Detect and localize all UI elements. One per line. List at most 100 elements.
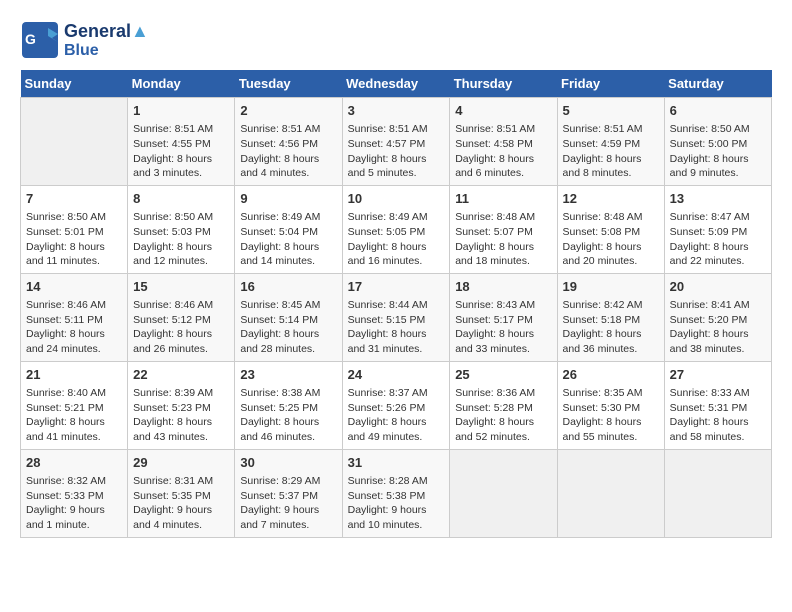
calendar-cell: 2Sunrise: 8:51 AMSunset: 4:56 PMDaylight… xyxy=(235,98,342,186)
cell-data-line: Daylight: 9 hours xyxy=(240,503,336,518)
cell-data-line: Sunrise: 8:45 AM xyxy=(240,298,336,313)
cell-data-line: Sunrise: 8:46 AM xyxy=(26,298,122,313)
cell-data-line: Sunset: 4:57 PM xyxy=(348,137,445,152)
day-number: 24 xyxy=(348,366,445,384)
cell-data-line: Sunset: 5:26 PM xyxy=(348,401,445,416)
cell-data-line: Daylight: 8 hours xyxy=(133,240,229,255)
cell-data-line: Sunset: 5:07 PM xyxy=(455,225,551,240)
cell-data-line: and 1 minute. xyxy=(26,518,122,533)
calendar-cell: 10Sunrise: 8:49 AMSunset: 5:05 PMDayligh… xyxy=(342,185,450,273)
cell-data-line: Daylight: 9 hours xyxy=(348,503,445,518)
cell-data-line: Sunrise: 8:41 AM xyxy=(670,298,766,313)
calendar-cell: 6Sunrise: 8:50 AMSunset: 5:00 PMDaylight… xyxy=(664,98,771,186)
cell-data-line: Daylight: 8 hours xyxy=(240,415,336,430)
cell-data-line: Sunrise: 8:51 AM xyxy=(563,122,659,137)
logo: G General▲ Blue xyxy=(20,20,149,60)
calendar-cell: 22Sunrise: 8:39 AMSunset: 5:23 PMDayligh… xyxy=(128,361,235,449)
cell-data-line: and 46 minutes. xyxy=(240,430,336,445)
day-header-thursday: Thursday xyxy=(450,70,557,98)
day-number: 22 xyxy=(133,366,229,384)
cell-data-line: Sunrise: 8:43 AM xyxy=(455,298,551,313)
day-number: 29 xyxy=(133,454,229,472)
cell-data-line: Daylight: 8 hours xyxy=(133,152,229,167)
calendar-cell: 12Sunrise: 8:48 AMSunset: 5:08 PMDayligh… xyxy=(557,185,664,273)
cell-data-line: Sunset: 5:09 PM xyxy=(670,225,766,240)
day-header-wednesday: Wednesday xyxy=(342,70,450,98)
calendar-cell: 17Sunrise: 8:44 AMSunset: 5:15 PMDayligh… xyxy=(342,273,450,361)
cell-data-line: Sunset: 5:17 PM xyxy=(455,313,551,328)
calendar-header-row: SundayMondayTuesdayWednesdayThursdayFrid… xyxy=(21,70,772,98)
cell-data-line: Sunset: 5:11 PM xyxy=(26,313,122,328)
cell-data-line: Sunrise: 8:35 AM xyxy=(563,386,659,401)
day-number: 9 xyxy=(240,190,336,208)
calendar-cell: 29Sunrise: 8:31 AMSunset: 5:35 PMDayligh… xyxy=(128,449,235,537)
cell-data-line: Sunset: 5:05 PM xyxy=(348,225,445,240)
day-number: 20 xyxy=(670,278,766,296)
cell-data-line: Daylight: 8 hours xyxy=(26,240,122,255)
day-number: 1 xyxy=(133,102,229,120)
cell-data-line: and 5 minutes. xyxy=(348,166,445,181)
calendar-cell: 27Sunrise: 8:33 AMSunset: 5:31 PMDayligh… xyxy=(664,361,771,449)
calendar-cell: 13Sunrise: 8:47 AMSunset: 5:09 PMDayligh… xyxy=(664,185,771,273)
calendar-cell: 30Sunrise: 8:29 AMSunset: 5:37 PMDayligh… xyxy=(235,449,342,537)
cell-data-line: Sunrise: 8:40 AM xyxy=(26,386,122,401)
cell-data-line: Sunset: 5:00 PM xyxy=(670,137,766,152)
cell-data-line: Sunset: 5:38 PM xyxy=(348,489,445,504)
cell-data-line: and 11 minutes. xyxy=(26,254,122,269)
day-number: 26 xyxy=(563,366,659,384)
cell-data-line: Sunset: 5:30 PM xyxy=(563,401,659,416)
cell-data-line: Sunset: 5:01 PM xyxy=(26,225,122,240)
logo-name: General▲ xyxy=(64,21,149,42)
calendar-cell: 21Sunrise: 8:40 AMSunset: 5:21 PMDayligh… xyxy=(21,361,128,449)
cell-data-line: and 28 minutes. xyxy=(240,342,336,357)
cell-data-line: Sunrise: 8:46 AM xyxy=(133,298,229,313)
day-number: 28 xyxy=(26,454,122,472)
calendar-week-4: 21Sunrise: 8:40 AMSunset: 5:21 PMDayligh… xyxy=(21,361,772,449)
calendar-cell xyxy=(450,449,557,537)
cell-data-line: and 41 minutes. xyxy=(26,430,122,445)
day-number: 11 xyxy=(455,190,551,208)
cell-data-line: and 10 minutes. xyxy=(348,518,445,533)
day-number: 12 xyxy=(563,190,659,208)
cell-data-line: Sunset: 5:08 PM xyxy=(563,225,659,240)
cell-data-line: and 24 minutes. xyxy=(26,342,122,357)
day-number: 14 xyxy=(26,278,122,296)
calendar-week-2: 7Sunrise: 8:50 AMSunset: 5:01 PMDaylight… xyxy=(21,185,772,273)
cell-data-line: Sunrise: 8:39 AM xyxy=(133,386,229,401)
calendar-cell: 28Sunrise: 8:32 AMSunset: 5:33 PMDayligh… xyxy=(21,449,128,537)
cell-data-line: Sunset: 5:31 PM xyxy=(670,401,766,416)
cell-data-line: Sunset: 5:28 PM xyxy=(455,401,551,416)
cell-data-line: Sunset: 5:12 PM xyxy=(133,313,229,328)
calendar-cell: 4Sunrise: 8:51 AMSunset: 4:58 PMDaylight… xyxy=(450,98,557,186)
cell-data-line: Sunrise: 8:31 AM xyxy=(133,474,229,489)
calendar-cell: 14Sunrise: 8:46 AMSunset: 5:11 PMDayligh… xyxy=(21,273,128,361)
day-number: 13 xyxy=(670,190,766,208)
cell-data-line: Sunset: 5:23 PM xyxy=(133,401,229,416)
calendar-week-5: 28Sunrise: 8:32 AMSunset: 5:33 PMDayligh… xyxy=(21,449,772,537)
cell-data-line: Daylight: 8 hours xyxy=(670,240,766,255)
cell-data-line: and 58 minutes. xyxy=(670,430,766,445)
cell-data-line: and 18 minutes. xyxy=(455,254,551,269)
cell-data-line: Daylight: 8 hours xyxy=(670,152,766,167)
day-number: 5 xyxy=(563,102,659,120)
cell-data-line: Sunrise: 8:50 AM xyxy=(133,210,229,225)
cell-data-line: Sunset: 5:18 PM xyxy=(563,313,659,328)
day-number: 6 xyxy=(670,102,766,120)
cell-data-line: Sunrise: 8:51 AM xyxy=(348,122,445,137)
day-number: 10 xyxy=(348,190,445,208)
logo-icon: G xyxy=(20,20,60,60)
cell-data-line: Daylight: 8 hours xyxy=(240,240,336,255)
cell-data-line: Daylight: 8 hours xyxy=(670,327,766,342)
cell-data-line: Daylight: 8 hours xyxy=(348,240,445,255)
cell-data-line: and 4 minutes. xyxy=(133,518,229,533)
cell-data-line: Daylight: 8 hours xyxy=(455,152,551,167)
cell-data-line: Sunset: 5:20 PM xyxy=(670,313,766,328)
cell-data-line: Daylight: 8 hours xyxy=(563,152,659,167)
day-number: 31 xyxy=(348,454,445,472)
day-number: 15 xyxy=(133,278,229,296)
cell-data-line: Daylight: 8 hours xyxy=(455,327,551,342)
cell-data-line: Sunset: 5:21 PM xyxy=(26,401,122,416)
cell-data-line: Sunrise: 8:51 AM xyxy=(455,122,551,137)
day-number: 27 xyxy=(670,366,766,384)
cell-data-line: Sunset: 5:25 PM xyxy=(240,401,336,416)
